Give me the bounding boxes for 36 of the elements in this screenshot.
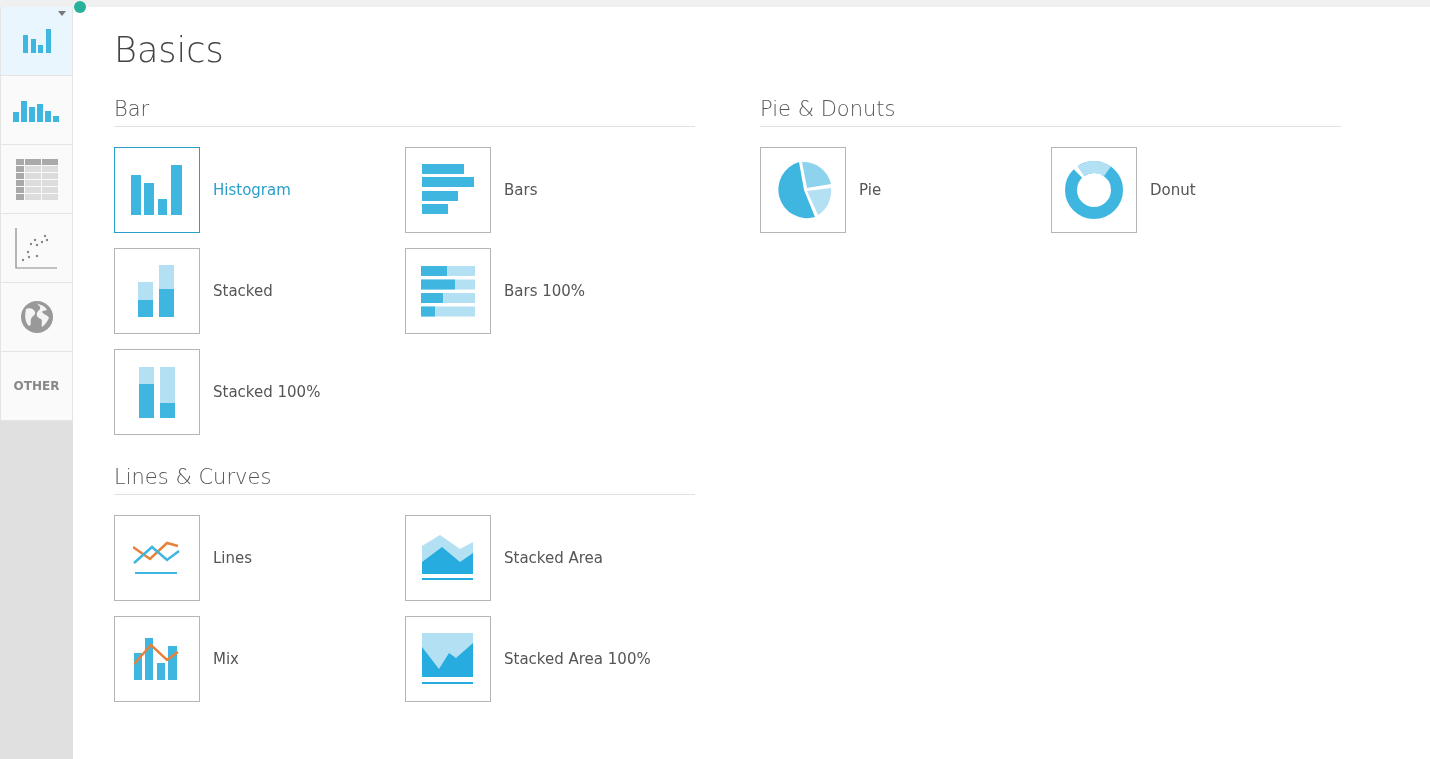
- section-heading: Bar: [114, 97, 695, 128]
- mixed-chart-icon: [134, 638, 180, 681]
- globe-icon: [19, 300, 54, 334]
- chart-type-option[interactable]: Mix: [114, 616, 405, 703]
- area-chart-icon: [422, 633, 474, 686]
- chart-type-option[interactable]: Donut: [1051, 147, 1341, 234]
- table-icon: [15, 158, 58, 200]
- status-dot: [74, 1, 86, 13]
- chart-type-option[interactable]: Stacked: [114, 248, 405, 335]
- chart-type-option[interactable]: Bars: [405, 147, 695, 234]
- section-heading: Pie & Donuts: [760, 97, 1341, 128]
- histogram-icon: [131, 165, 183, 216]
- section-heading: Lines & Curves: [114, 465, 695, 496]
- stacked-bars-icon: [421, 265, 475, 317]
- area-chart-icon: [422, 535, 474, 582]
- horizontal-bars-icon: [422, 164, 474, 217]
- chart-type-option[interactable]: Stacked Area 100%: [405, 616, 695, 703]
- line-chart-icon: [133, 541, 181, 576]
- scatter-plot-icon: [15, 227, 58, 269]
- donut-chart-icon: [1064, 160, 1124, 221]
- sidebar-tab[interactable]: [0, 76, 73, 145]
- sidebar-tab[interactable]: [0, 283, 73, 352]
- stacked-bars-icon: [138, 265, 176, 318]
- sidebar-tab[interactable]: [0, 145, 73, 214]
- histogram-icon: [12, 98, 61, 122]
- chart-type-option[interactable]: Lines: [114, 515, 405, 602]
- chart-type-option[interactable]: Bars 100%: [405, 248, 695, 335]
- chart-type-option[interactable]: Stacked 100%: [114, 349, 405, 436]
- sidebar-tab[interactable]: [0, 7, 73, 76]
- bar-chart-icon: [21, 26, 52, 56]
- chart-type-option[interactable]: Pie: [760, 147, 1051, 234]
- stacked-bars-icon: [139, 366, 175, 418]
- page-title: Basics: [114, 29, 225, 71]
- dropdown-caret-icon[interactable]: [58, 11, 66, 16]
- sidebar-tab[interactable]: [0, 214, 73, 283]
- chart-type-option[interactable]: Stacked Area: [405, 515, 695, 602]
